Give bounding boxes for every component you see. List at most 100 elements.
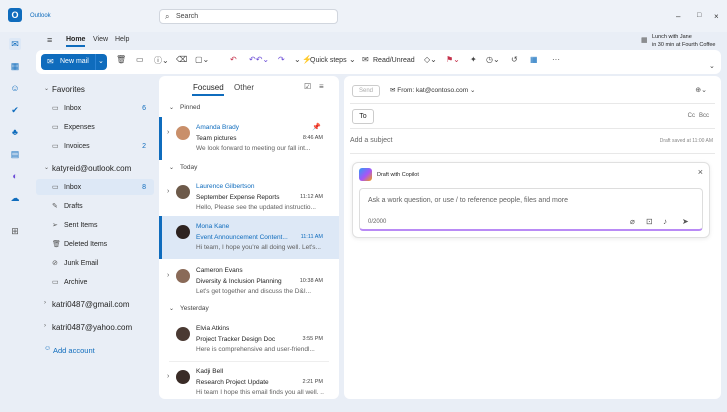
copilot-title: Draft with Copilot [377, 172, 419, 178]
tab-home[interactable]: Home [66, 36, 85, 43]
more-options-icon[interactable]: ··· [552, 55, 560, 64]
character-count: 0/2000 [368, 219, 387, 225]
tag-icon[interactable]: ◇⌄ [424, 55, 437, 64]
to-button[interactable]: To [352, 109, 374, 124]
account-yahoo[interactable]: › katri0487@yahoo.com [36, 318, 154, 334]
chevron-down-icon: ⌄ [44, 165, 50, 171]
group-today[interactable]: ⌄ Today [169, 164, 197, 171]
chevron-down-icon[interactable]: ⌄ [98, 57, 104, 65]
meeting-reminder[interactable]: Lunch with Jane in 30 min at Fourth Coff… [652, 33, 727, 49]
expand-icon[interactable]: › [167, 129, 169, 136]
quick-steps-button[interactable]: Quick steps [310, 57, 347, 64]
filter-icon[interactable]: ≡ [319, 82, 324, 91]
tab-focused[interactable]: Focused [193, 83, 224, 92]
onedrive-icon[interactable]: ☁ [9, 192, 21, 204]
chevron-down-icon: ⌄ [468, 87, 476, 94]
mail-icon[interactable]: ✉ [9, 38, 21, 50]
maximize-button[interactable]: □ [697, 12, 701, 19]
pin-icon[interactable]: ✦ [470, 55, 477, 64]
favorites-header[interactable]: ⌄ Favorites [36, 80, 154, 96]
quick-steps-chevron-icon[interactable]: ⌄ [349, 55, 356, 64]
more-apps-icon[interactable]: ⊞ [9, 225, 21, 237]
favorite-expenses[interactable]: ▭ Expenses [36, 119, 154, 135]
tab-other[interactable]: Other [234, 83, 254, 92]
undo-icon[interactable]: ↺ [511, 55, 518, 64]
view-icon[interactable]: ▦ [530, 55, 538, 64]
expand-icon[interactable]: › [167, 373, 169, 380]
account-header[interactable]: ⌄ katyreid@outlook.com [36, 159, 154, 175]
folder-deleted[interactable]: 🗑 Deleted Items [36, 236, 154, 252]
send-icon[interactable]: ➤ [682, 217, 689, 226]
tab-home-underline [66, 45, 85, 47]
reply-all-icon[interactable]: ↶↶⌄ [249, 55, 269, 64]
hamburger-menu-icon[interactable]: ≡ [47, 35, 52, 45]
reply-icon[interactable]: ↶ [230, 55, 237, 64]
folder-archive[interactable]: ▭ Archive [36, 274, 154, 290]
junk-icon: ⊘ [52, 260, 58, 267]
loop-icon[interactable]: ◐ [9, 170, 21, 182]
select-icon[interactable]: ☑ [304, 82, 311, 91]
word-icon[interactable]: ▤ [9, 148, 21, 160]
people-icon[interactable]: ☺ [9, 82, 21, 94]
subject-input[interactable]: Add a subject [350, 137, 392, 144]
group-pinned[interactable]: ⌄ Pinned [169, 104, 200, 111]
message-item-selected[interactable]: Mona Kane Event Announcement Content... … [159, 216, 339, 259]
forward-icon[interactable]: ↷ [278, 55, 285, 64]
message-item[interactable]: › Laurence Gilbertson September Expense … [159, 176, 339, 219]
folder-drafts[interactable]: ✎ Drafts [36, 198, 154, 214]
screenshot-icon[interactable]: ⊡ [646, 217, 653, 226]
account-gmail[interactable]: › katri0487@gmail.com [36, 295, 154, 311]
snooze-icon[interactable]: ◷⌄ [486, 55, 500, 64]
chevron-down-icon: ⌄ [169, 105, 175, 111]
move-icon[interactable]: ▢⌄ [195, 55, 209, 64]
delete-icon[interactable]: 🗑 [116, 55, 126, 64]
folder-junk[interactable]: ⊘ Junk Email [36, 255, 154, 271]
flag-icon[interactable]: ⚑⌄ [446, 55, 460, 64]
groups-icon[interactable]: ♣ [9, 126, 21, 138]
attach-icon[interactable]: ⌀ [630, 217, 635, 226]
search-input[interactable]: ⌕ Search [159, 9, 338, 24]
expand-icon[interactable]: › [167, 188, 169, 195]
message-time: 3:55 PM [302, 336, 323, 342]
expand-icon[interactable]: › [167, 272, 169, 279]
zoom-icon[interactable]: ⊕⌄ [695, 86, 707, 94]
report-icon[interactable]: ⓘ⌄ [154, 55, 169, 66]
archive-icon[interactable]: ▭ [136, 55, 144, 64]
sweep-icon[interactable]: ⌫ [176, 55, 187, 64]
from-selector[interactable]: ✉ From: kat@contoso.com ⌄ [390, 86, 475, 94]
close-window-button[interactable]: × [714, 12, 719, 21]
message-item[interactable]: › Kadji Bell Research Project Update 2:2… [159, 361, 339, 399]
folder-inbox[interactable]: ▭ Inbox 8 [36, 179, 154, 195]
cc-button[interactable]: Cc [688, 113, 695, 119]
more-reply-icon[interactable]: ⌄ [294, 55, 301, 64]
pin-icon[interactable]: 📌 [312, 123, 321, 131]
favorite-inbox[interactable]: ▭ Inbox 6 [36, 100, 154, 116]
message-time: 11:11 AM [300, 234, 323, 240]
group-label: Yesterday [180, 305, 209, 312]
favorite-invoices[interactable]: ▭ Invoices 2 [36, 138, 154, 154]
message-item[interactable]: › Cameron Evans Diversity & Inclusion Pl… [159, 260, 339, 303]
group-yesterday[interactable]: ⌄ Yesterday [169, 305, 209, 312]
bcc-button[interactable]: Bcc [699, 113, 709, 119]
expand-ribbon-icon[interactable]: ⌄ [709, 62, 715, 70]
trash-icon: 🗑 [52, 241, 61, 248]
send-button[interactable]: Send [352, 85, 380, 97]
calendar-app-icon[interactable]: ▦ [9, 60, 21, 72]
copilot-prompt-input[interactable]: Ask a work question, or use / to referen… [359, 188, 703, 231]
tab-view[interactable]: View [93, 36, 108, 43]
add-account-link[interactable]: ☺ Add account [36, 341, 154, 357]
tab-help[interactable]: Help [115, 36, 129, 43]
compose-pane: Send ✉ From: kat@contoso.com ⌄ ⊕⌄ To Cc … [344, 76, 721, 399]
copilot-card: Draft with Copilot × Ask a work question… [352, 162, 710, 238]
new-mail-button[interactable]: ✉ New mail ⌄ [41, 54, 107, 70]
message-item[interactable]: › Amanda Brady 📌 Team pictures 8:46 AM W… [159, 117, 339, 160]
copilot-icon [359, 168, 372, 181]
folder-sent[interactable]: ➢ Sent Items [36, 217, 154, 233]
todo-icon[interactable]: ✔ [9, 104, 21, 116]
message-item[interactable]: Elvia Atkins Project Tracker Design Doc … [159, 318, 339, 361]
read-unread-button[interactable]: Read/Unread [373, 57, 415, 64]
close-icon[interactable]: × [698, 167, 703, 177]
chevron-down-icon: ⌄ [169, 165, 175, 171]
minimize-button[interactable]: – [676, 12, 680, 21]
microphone-icon[interactable]: ♪ [663, 217, 667, 226]
